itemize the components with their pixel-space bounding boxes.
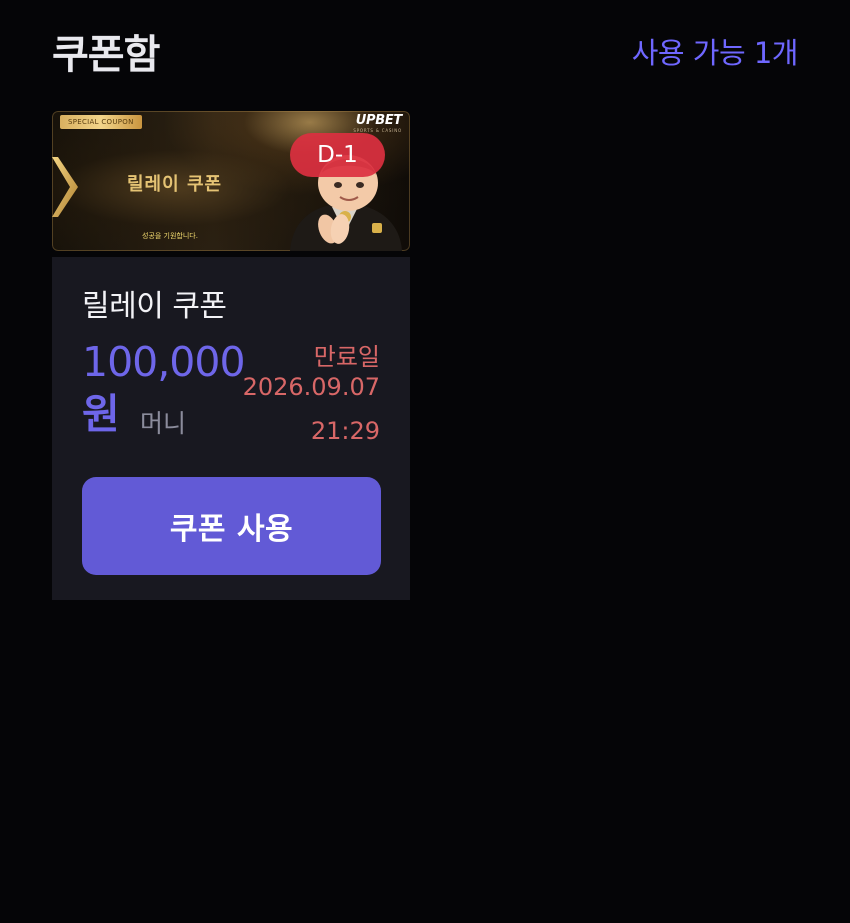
coupon-banner: SPECIAL COUPON UPBET SPORTS & CASINO 릴레이…: [52, 111, 410, 251]
d-day-badge: D-1: [290, 133, 385, 177]
available-count: 사용 가능 1개: [631, 36, 799, 70]
coupon-amount: 100,000: [82, 338, 246, 386]
page-title: 쿠폰함: [52, 32, 160, 78]
expiry-label: 만료일: [313, 343, 380, 371]
coupon-details: 릴레이 쿠폰 100,000 원 머니 만료일 2026.09.07 21:29…: [52, 257, 410, 600]
chevron-right-icon: [52, 157, 78, 217]
brand-logo-text: UPBET: [355, 113, 403, 128]
money-type-label: 머니: [140, 409, 187, 438]
expiry-time: 21:29: [310, 417, 380, 445]
banner-subtext: 성공을 기원합니다.: [142, 232, 198, 240]
use-coupon-button[interactable]: 쿠폰 사용: [82, 477, 381, 575]
currency-unit: 원: [82, 390, 120, 438]
coupon-card: SPECIAL COUPON UPBET SPORTS & CASINO 릴레이…: [52, 111, 410, 600]
expiry-date: 2026.09.07: [242, 373, 380, 401]
brand-logo: UPBET SPORTS & CASINO: [353, 113, 402, 133]
special-coupon-tag: SPECIAL COUPON: [60, 115, 142, 129]
coupon-name: 릴레이 쿠폰: [82, 289, 227, 324]
banner-title: 릴레이 쿠폰: [127, 174, 223, 195]
